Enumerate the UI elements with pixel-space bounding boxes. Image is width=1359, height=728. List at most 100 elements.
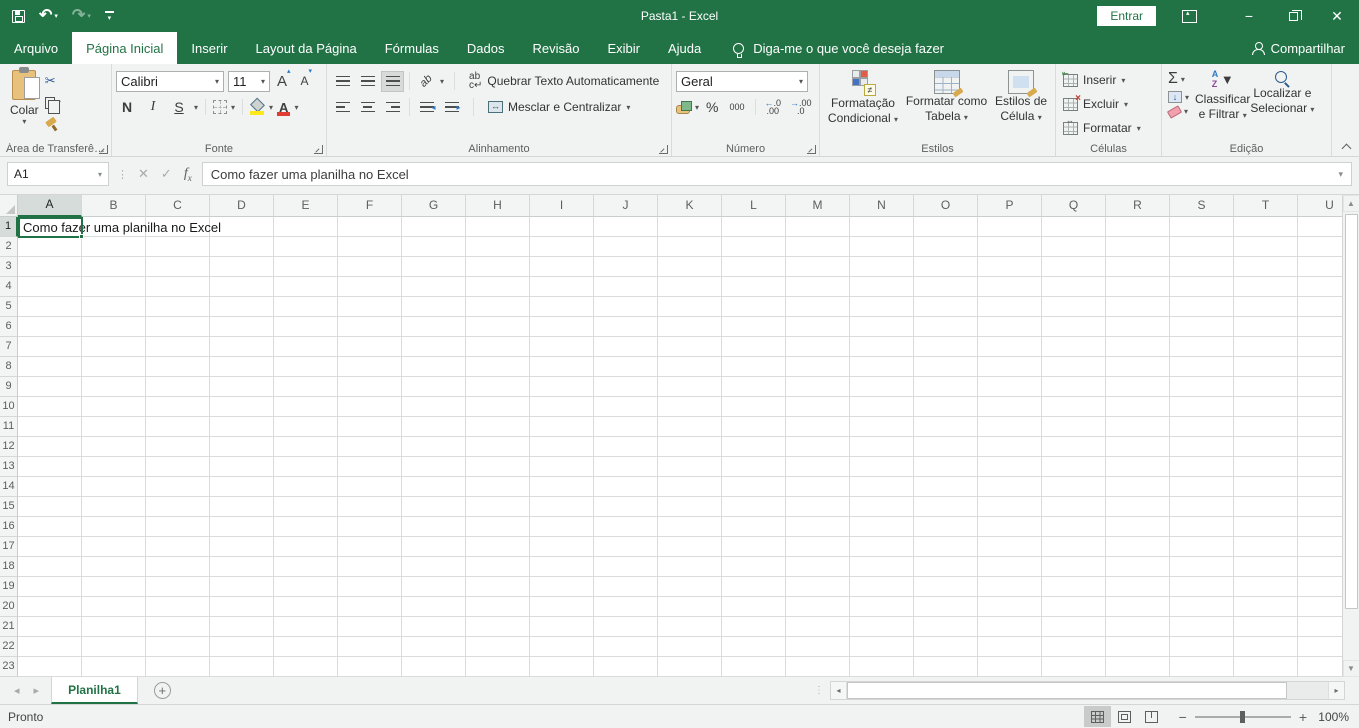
top-align-button[interactable] [331,71,354,92]
align-left-button[interactable] [331,97,354,118]
row-header-16[interactable]: 16 [0,517,18,537]
format-cells-caret-icon[interactable]: ▾ [1137,124,1141,133]
italic-button[interactable]: I [142,99,164,115]
insert-cells-caret-icon[interactable]: ▾ [1121,76,1125,85]
column-header-G[interactable]: G [402,195,466,217]
column-header-T[interactable]: T [1234,195,1298,217]
row-header-12[interactable]: 12 [0,437,18,457]
row-header-18[interactable]: 18 [0,557,18,577]
underline-button[interactable]: S [168,99,190,115]
increase-decimal-button[interactable]: ←.0.00 [762,99,785,116]
column-header-M[interactable]: M [786,195,850,217]
close-button[interactable]: ✕ [1315,0,1359,32]
column-header-D[interactable]: D [210,195,274,217]
select-all-button[interactable] [0,195,18,217]
zoom-slider-thumb[interactable] [1239,710,1245,723]
borders-button[interactable] [213,100,228,114]
cell-styles-button[interactable]: Estilos de Célula ▾ [995,68,1047,140]
merge-center-caret-icon[interactable]: ▾ [626,103,630,112]
column-header-Q[interactable]: Q [1042,195,1106,217]
column-header-A[interactable]: A [18,195,82,217]
font-color-caret-icon[interactable]: ▾ [294,103,298,112]
scroll-down-button[interactable]: ▼ [1342,660,1359,677]
column-header-R[interactable]: R [1106,195,1170,217]
decrease-indent-button[interactable] [415,97,438,118]
scroll-left-button[interactable]: ◂ [831,682,847,699]
row-header-4[interactable]: 4 [0,277,18,297]
sort-filter-button[interactable]: A Z ▼ Classificar e Filtrar ▾ [1191,68,1250,140]
ribbon-tab-página-inicial[interactable]: Página Inicial [72,32,178,64]
undo-button[interactable]: ↶ ▾ [39,8,58,24]
fill-handle[interactable] [79,234,84,239]
delete-cells-caret-icon[interactable]: ▾ [1124,100,1128,109]
column-header-P[interactable]: P [978,195,1042,217]
font-size-select[interactable]: 11 ▾ [228,70,270,92]
cancel-button[interactable]: ✕ [138,166,149,182]
underline-caret-icon[interactable]: ▾ [194,103,198,112]
font-color-button[interactable]: A [277,100,291,116]
column-header-N[interactable]: N [850,195,914,217]
signin-button[interactable]: Entrar [1097,6,1156,26]
row-header-1[interactable]: 1 [0,217,18,237]
row-header-7[interactable]: 7 [0,337,18,357]
format-as-table-button[interactable]: Formatar como Tabela ▾ [906,68,987,140]
alignment-dialog-launcher[interactable] [659,145,668,154]
vertical-scroll-thumb[interactable] [1344,214,1358,609]
column-header-I[interactable]: I [530,195,594,217]
orientation-caret-icon[interactable]: ▾ [440,77,444,86]
cells-area[interactable] [18,217,1342,677]
row-header-14[interactable]: 14 [0,477,18,497]
increase-indent-button[interactable] [440,97,463,118]
borders-caret-icon[interactable]: ▾ [231,103,235,112]
page-layout-view-button[interactable] [1111,706,1138,727]
spreadsheet-grid[interactable]: ABCDEFGHIJKLMNOPQRSTU 1 2 3 4 5 6 7 8 9 10 11 12 13 1… [0,195,1359,677]
font-name-select[interactable]: Calibri ▾ [116,70,224,92]
column-header-S[interactable]: S [1170,195,1234,217]
column-header-U[interactable]: U [1298,195,1342,217]
number-dialog-launcher[interactable] [807,145,816,154]
row-header-3[interactable]: 3 [0,257,18,277]
column-header-O[interactable]: O [914,195,978,217]
accounting-caret-icon[interactable]: ▾ [695,103,699,112]
zoom-out-button[interactable]: − [1179,709,1187,725]
ribbon-tab-fórmulas[interactable]: Fórmulas [371,32,453,64]
zoom-slider[interactable] [1194,710,1291,723]
formula-bar-grip[interactable]: ⋮ [109,168,136,181]
name-box-caret-icon[interactable]: ▾ [98,170,102,179]
row-header-11[interactable]: 11 [0,417,18,437]
row-header-22[interactable]: 22 [0,637,18,657]
column-header-H[interactable]: H [466,195,530,217]
next-sheet-button[interactable]: ▸ [34,684,40,697]
align-right-button[interactable] [381,97,404,118]
format-painter-button[interactable] [45,116,67,133]
ribbon-tab-arquivo[interactable]: Arquivo [0,32,72,64]
bold-button[interactable]: N [116,99,138,115]
enter-button[interactable]: ✓ [161,166,172,182]
percent-style-button[interactable]: % [702,99,722,115]
vertical-scrollbar[interactable]: ▲ ▼ [1342,195,1359,677]
paste-button[interactable]: Colar ▾ [4,67,45,140]
ribbon-tab-ajuda[interactable]: Ajuda [654,32,715,64]
row-header-8[interactable]: 8 [0,357,18,377]
wrap-text-button[interactable]: ab c↵ Quebrar Texto Automaticamente [465,72,663,91]
minimize-button[interactable]: − [1227,0,1271,32]
column-header-C[interactable]: C [146,195,210,217]
row-header-23[interactable]: 23 [0,657,18,677]
column-header-B[interactable]: B [82,195,146,217]
fill-button[interactable]: ↓ ▾ [1168,91,1189,103]
row-header-5[interactable]: 5 [0,297,18,317]
row-header-13[interactable]: 13 [0,457,18,477]
ribbon-tab-layout-da-página[interactable]: Layout da Página [242,32,371,64]
autosum-button[interactable]: Σ ▾ [1168,71,1189,87]
row-header-6[interactable]: 6 [0,317,18,337]
insert-function-button[interactable]: fx [184,166,192,183]
fill-color-button[interactable] [250,100,265,115]
name-box[interactable]: A1 ▾ [7,162,109,186]
zoom-in-button[interactable]: + [1299,709,1307,725]
format-cells-button[interactable]: Formatar ▾ [1060,116,1157,140]
insert-cells-button[interactable]: Inserir ▾ [1060,68,1157,92]
row-header-17[interactable]: 17 [0,537,18,557]
previous-sheet-button[interactable]: ◂ [14,684,20,697]
paste-caret-icon[interactable]: ▾ [22,117,26,126]
formula-input[interactable]: Como fazer uma planilha no Excel ▾ [201,162,1352,186]
